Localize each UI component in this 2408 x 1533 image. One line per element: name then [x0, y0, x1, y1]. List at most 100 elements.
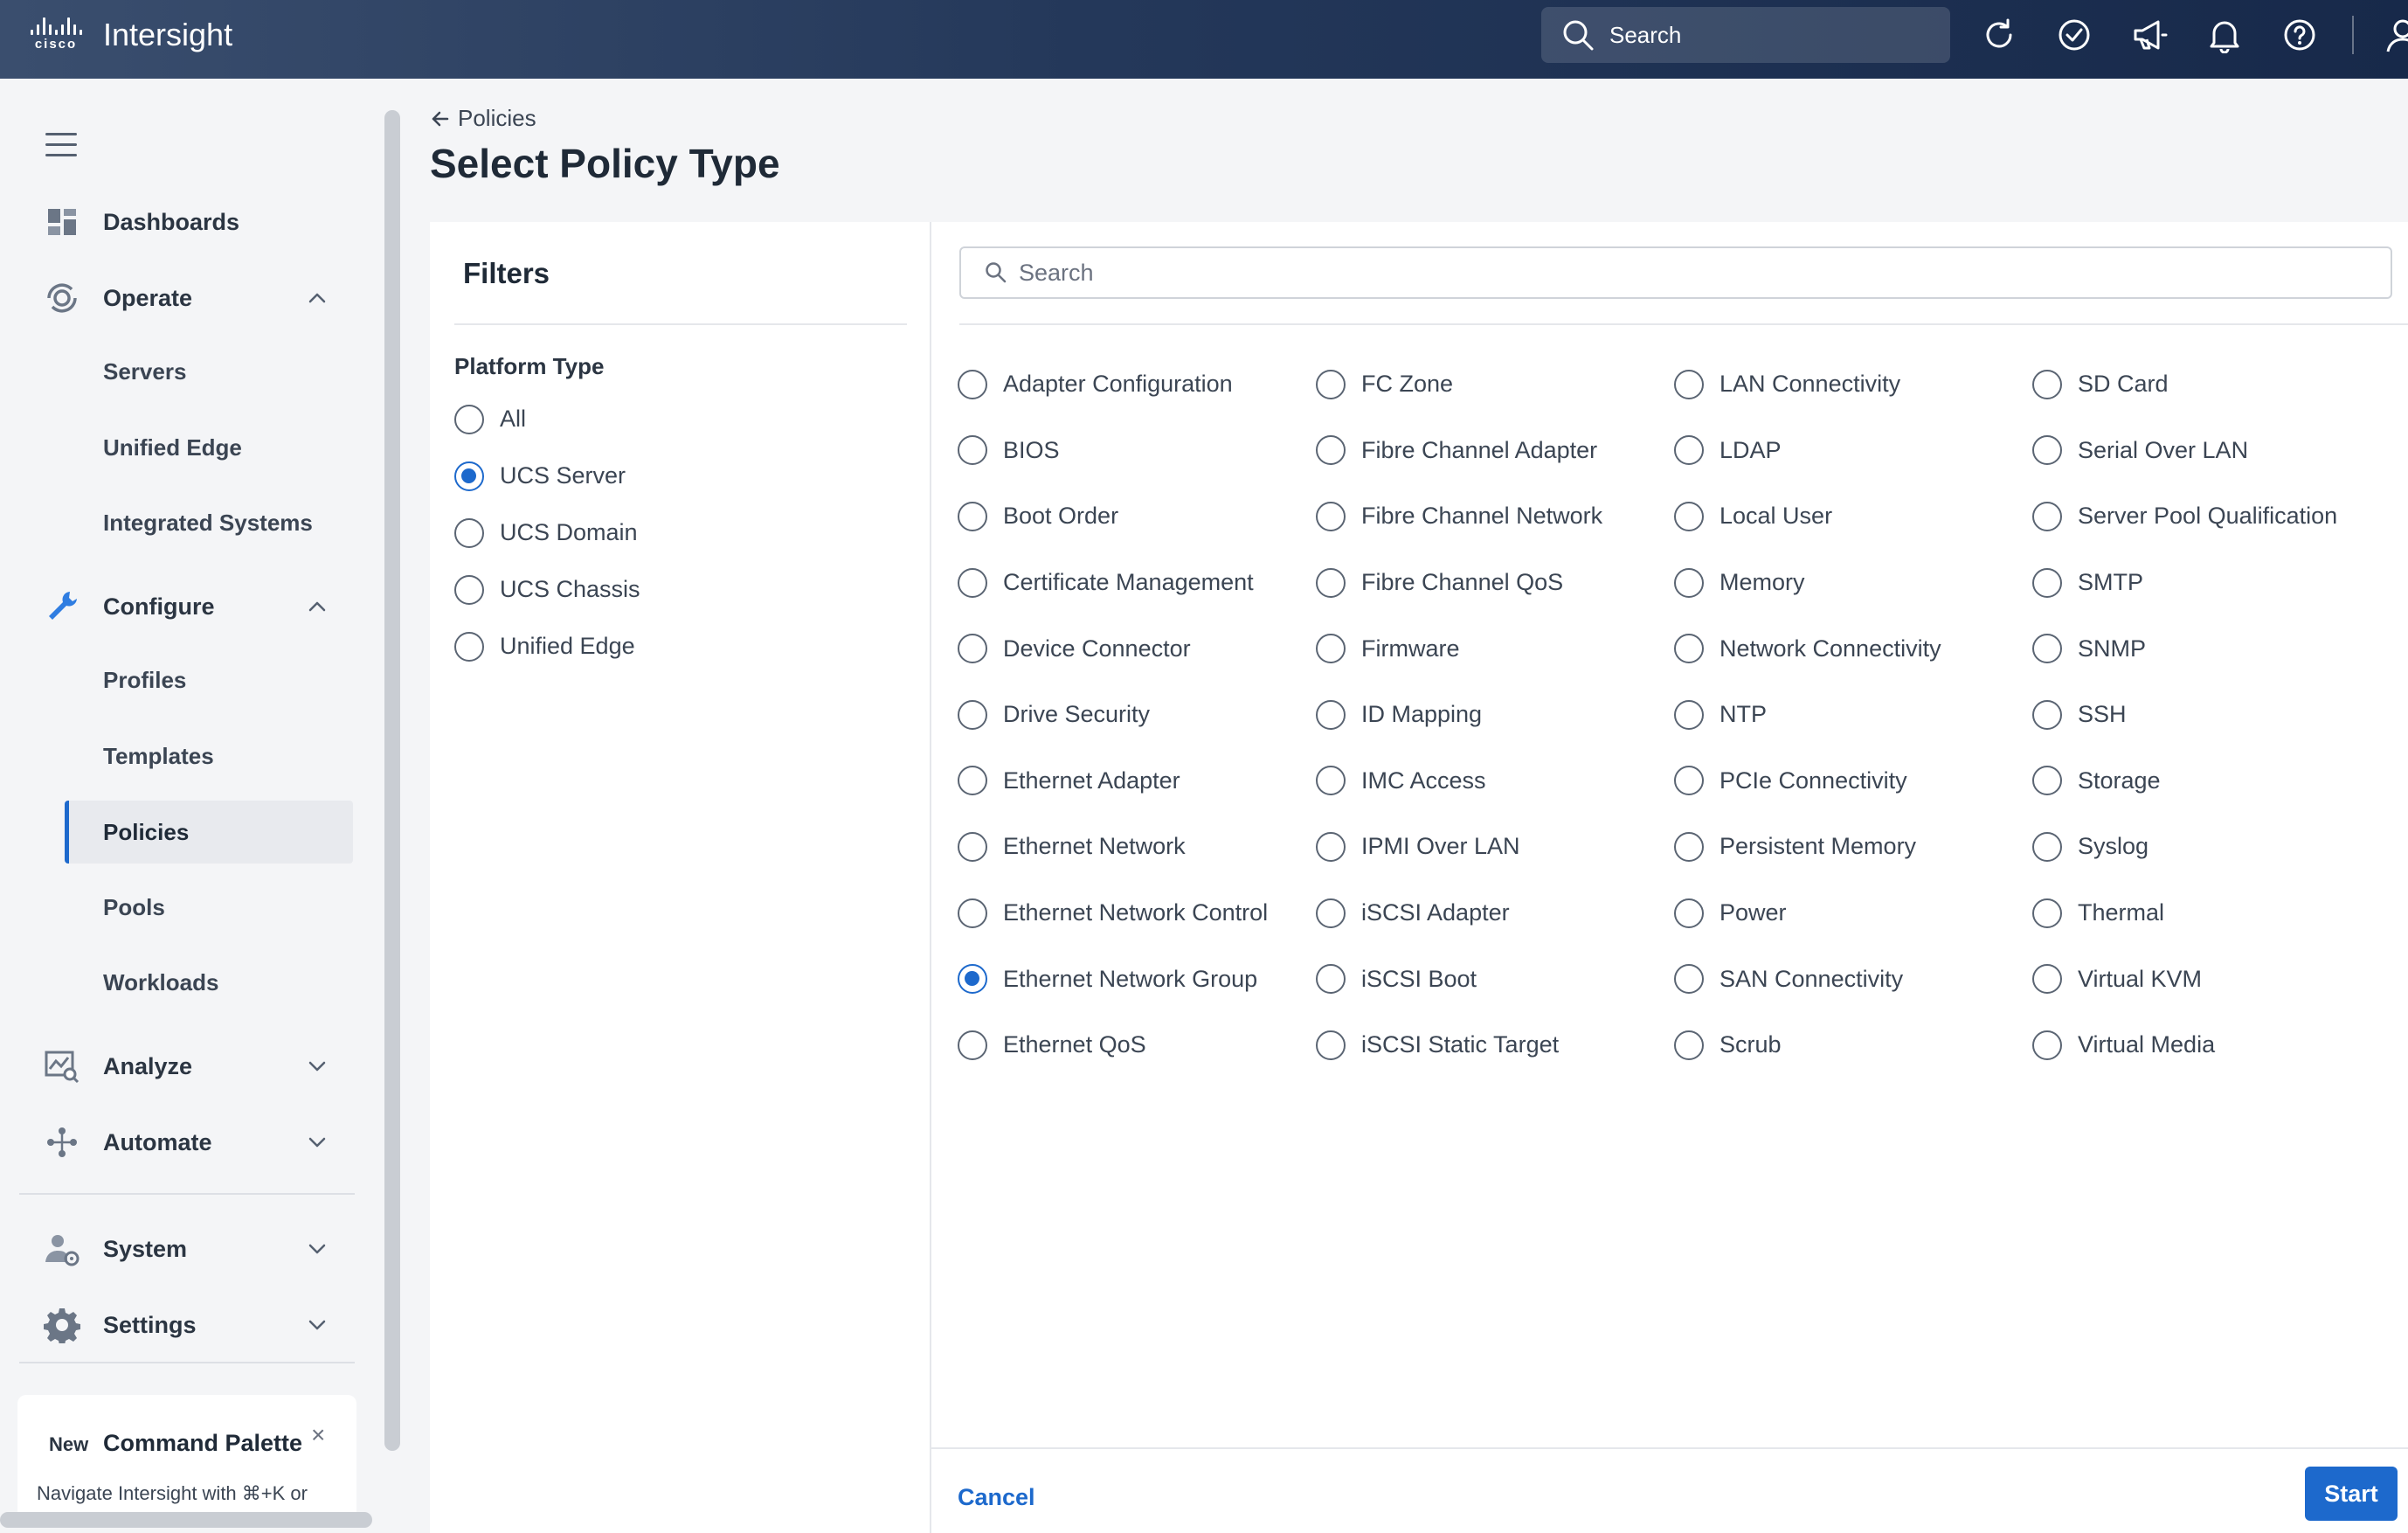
policy-search-input-wrapper[interactable]: [959, 246, 2392, 299]
radio-unchecked-icon[interactable]: [1674, 567, 1704, 598]
nav-automate[interactable]: Automate: [0, 1114, 376, 1170]
radio-unchecked-icon[interactable]: [958, 699, 987, 730]
megaphone-icon[interactable]: [2127, 12, 2172, 58]
chevron-down-icon[interactable]: [304, 1236, 330, 1262]
policy-type-option[interactable]: SD Card: [2032, 351, 2391, 418]
platform-type-option[interactable]: Unified Edge: [454, 631, 635, 662]
radio-unchecked-icon[interactable]: [2032, 634, 2062, 664]
chevron-down-icon[interactable]: [304, 1129, 330, 1155]
radio-unchecked-icon[interactable]: [2032, 831, 2062, 862]
cisco-logo[interactable]: cisco Intersight: [26, 16, 232, 54]
policy-type-option[interactable]: Ethernet Network Control: [958, 880, 1316, 947]
radio-unchecked-icon[interactable]: [2032, 699, 2062, 730]
radio-unchecked-icon[interactable]: [2032, 435, 2062, 466]
nav-templates[interactable]: Templates: [0, 728, 376, 784]
policy-type-option[interactable]: Storage: [2032, 748, 2391, 815]
policy-type-option[interactable]: Server Pool Qualification: [2032, 483, 2391, 550]
radio-unchecked-icon[interactable]: [958, 567, 987, 598]
platform-type-option[interactable]: UCS Chassis: [454, 574, 640, 605]
nav-policies[interactable]: Policies: [65, 801, 353, 864]
platform-type-option[interactable]: All: [454, 404, 526, 434]
platform-type-option[interactable]: UCS Server: [454, 461, 626, 491]
close-icon[interactable]: ×: [311, 1421, 325, 1449]
policy-type-option[interactable]: Ethernet Adapter: [958, 748, 1316, 815]
chevron-up-icon[interactable]: [304, 593, 330, 620]
policy-type-option[interactable]: LDAP: [1674, 418, 2032, 484]
policy-type-option[interactable]: Device Connector: [958, 615, 1316, 682]
radio-unchecked-icon[interactable]: [958, 634, 987, 664]
radio-unchecked-icon[interactable]: [1674, 1030, 1704, 1060]
nav-dashboards[interactable]: Dashboards: [0, 194, 376, 250]
radio-checked-icon[interactable]: [454, 461, 484, 491]
sidebar-vertical-scrollbar[interactable]: [384, 110, 400, 1451]
policy-search-input[interactable]: [1019, 259, 2329, 287]
policy-type-option[interactable]: BIOS: [958, 418, 1316, 484]
radio-unchecked-icon[interactable]: [2032, 369, 2062, 399]
nav-analyze[interactable]: Analyze: [0, 1038, 376, 1094]
policy-type-option[interactable]: Certificate Management: [958, 550, 1316, 616]
policy-type-option[interactable]: Firmware: [1316, 615, 1674, 682]
nav-workloads[interactable]: Workloads: [0, 954, 376, 1010]
policy-type-option[interactable]: FC Zone: [1316, 351, 1674, 418]
policy-type-option[interactable]: Power: [1674, 880, 2032, 947]
platform-type-option[interactable]: UCS Domain: [454, 517, 638, 548]
chevron-down-icon[interactable]: [304, 1312, 330, 1338]
task-check-icon[interactable]: [2052, 12, 2097, 58]
radio-unchecked-icon[interactable]: [1674, 501, 1704, 531]
radio-unchecked-icon[interactable]: [1316, 567, 1346, 598]
policy-type-option[interactable]: Scrub: [1674, 1012, 2032, 1079]
policy-type-option[interactable]: Local User: [1674, 483, 2032, 550]
radio-unchecked-icon[interactable]: [1316, 699, 1346, 730]
radio-unchecked-icon[interactable]: [1674, 435, 1704, 466]
radio-unchecked-icon[interactable]: [1674, 369, 1704, 399]
policy-type-option[interactable]: Network Connectivity: [1674, 615, 2032, 682]
radio-unchecked-icon[interactable]: [958, 766, 987, 796]
radio-unchecked-icon[interactable]: [958, 831, 987, 862]
policy-type-option[interactable]: Serial Over LAN: [2032, 418, 2391, 484]
policy-type-option[interactable]: LAN Connectivity: [1674, 351, 2032, 418]
menu-toggle-icon[interactable]: [45, 133, 77, 157]
radio-unchecked-icon[interactable]: [1316, 501, 1346, 531]
radio-unchecked-icon[interactable]: [958, 1030, 987, 1060]
policy-type-option[interactable]: Fibre Channel QoS: [1316, 550, 1674, 616]
radio-unchecked-icon[interactable]: [2032, 964, 2062, 995]
radio-checked-icon[interactable]: [958, 964, 987, 995]
policy-type-option[interactable]: Fibre Channel Adapter: [1316, 418, 1674, 484]
nav-profiles[interactable]: Profiles: [0, 652, 376, 708]
policy-type-option[interactable]: Virtual Media: [2032, 1012, 2391, 1079]
radio-unchecked-icon[interactable]: [1674, 898, 1704, 928]
radio-unchecked-icon[interactable]: [2032, 501, 2062, 531]
nav-configure[interactable]: Configure: [0, 579, 376, 635]
policy-type-option[interactable]: PCIe Connectivity: [1674, 748, 2032, 815]
radio-unchecked-icon[interactable]: [454, 574, 484, 605]
policy-type-option[interactable]: IMC Access: [1316, 748, 1674, 815]
radio-unchecked-icon[interactable]: [1316, 369, 1346, 399]
policy-type-option[interactable]: Adapter Configuration: [958, 351, 1316, 418]
chevron-down-icon[interactable]: [304, 1053, 330, 1079]
radio-unchecked-icon[interactable]: [1316, 1030, 1346, 1060]
nav-pools[interactable]: Pools: [0, 879, 376, 935]
radio-unchecked-icon[interactable]: [1316, 898, 1346, 928]
radio-unchecked-icon[interactable]: [1316, 766, 1346, 796]
policy-type-option[interactable]: Thermal: [2032, 880, 2391, 947]
radio-unchecked-icon[interactable]: [1674, 634, 1704, 664]
policy-type-option[interactable]: ID Mapping: [1316, 682, 1674, 748]
nav-system[interactable]: System: [0, 1221, 376, 1277]
policy-type-option[interactable]: Persistent Memory: [1674, 814, 2032, 880]
policy-type-option[interactable]: Ethernet Network Group: [958, 946, 1316, 1012]
radio-unchecked-icon[interactable]: [1674, 964, 1704, 995]
breadcrumb-back-link[interactable]: Policies: [430, 105, 536, 132]
radio-unchecked-icon[interactable]: [1316, 634, 1346, 664]
radio-unchecked-icon[interactable]: [1674, 766, 1704, 796]
policy-type-option[interactable]: Ethernet Network: [958, 814, 1316, 880]
nav-operate[interactable]: Operate: [0, 270, 376, 326]
policy-type-option[interactable]: SAN Connectivity: [1674, 946, 2032, 1012]
radio-unchecked-icon[interactable]: [2032, 766, 2062, 796]
radio-unchecked-icon[interactable]: [2032, 1030, 2062, 1060]
policy-type-option[interactable]: Virtual KVM: [2032, 946, 2391, 1012]
radio-unchecked-icon[interactable]: [1674, 699, 1704, 730]
policy-type-option[interactable]: SSH: [2032, 682, 2391, 748]
radio-unchecked-icon[interactable]: [454, 404, 484, 434]
nav-servers[interactable]: Servers: [0, 343, 376, 399]
radio-unchecked-icon[interactable]: [958, 369, 987, 399]
